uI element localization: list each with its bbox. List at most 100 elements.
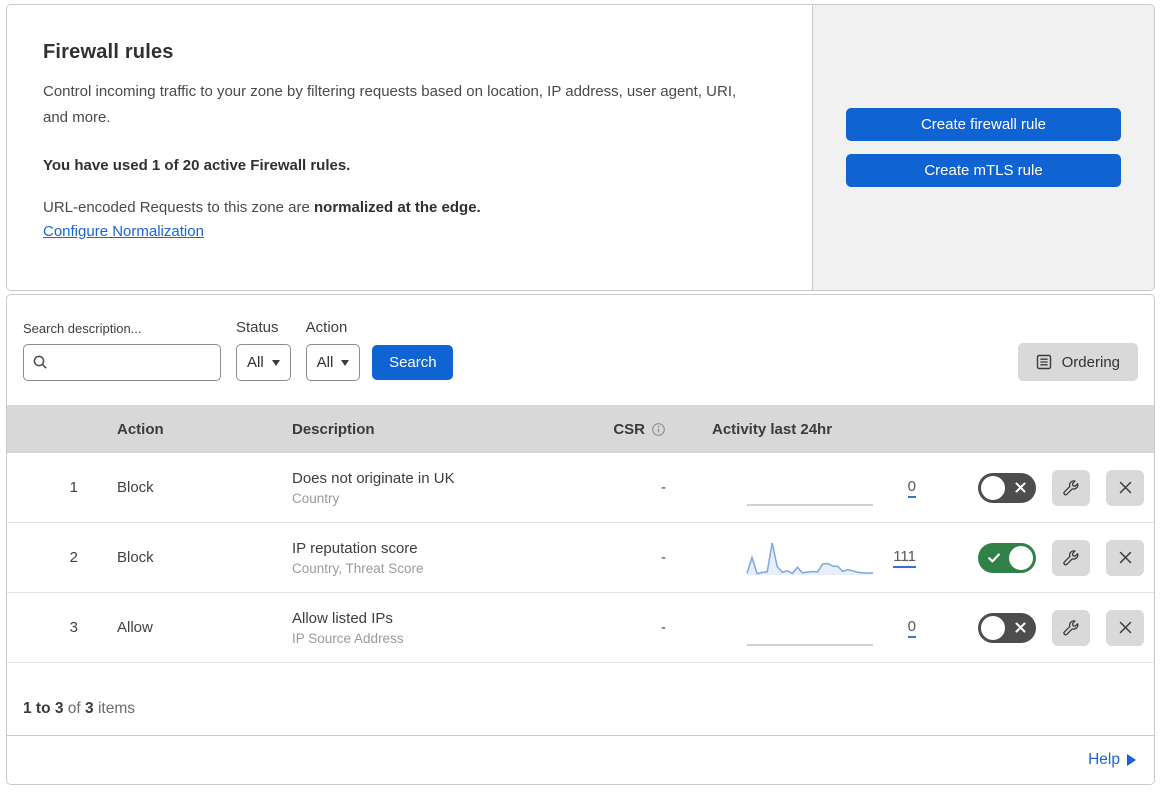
arrow-right-icon (1127, 754, 1136, 766)
status-group: Status All (236, 319, 291, 381)
normalization-note: URL-encoded Requests to this zone are no… (43, 199, 768, 216)
rule-controls (942, 539, 1154, 576)
help-bar: Help (7, 736, 1154, 784)
usage-summary: You have used 1 of 20 active Firewall ru… (43, 156, 351, 174)
create-firewall-rule-button[interactable]: Create firewall rule (846, 108, 1121, 141)
header-csr: CSR (584, 421, 676, 438)
filter-bar: Search description... Status All Action (7, 295, 1154, 405)
activity-count-link[interactable]: 0 (907, 478, 916, 498)
rule-controls (942, 469, 1154, 506)
search-label: Search description... (23, 321, 142, 336)
rule-description: Does not originate in UK (292, 469, 455, 487)
x-icon (1015, 622, 1026, 633)
delete-rule-button[interactable] (1106, 539, 1144, 576)
rule-fields: Country, Threat Score (292, 560, 424, 576)
firewall-rules-page: Firewall rules Control incoming traffic … (6, 4, 1155, 785)
header-content: Firewall rules Control incoming traffic … (7, 5, 813, 290)
rule-enabled-toggle[interactable] (978, 542, 1036, 573)
edit-rule-button[interactable] (1052, 539, 1090, 576)
rule-csr: - (661, 479, 666, 496)
search-button[interactable]: Search (372, 345, 454, 380)
close-icon (1118, 550, 1133, 565)
action-group: Action All (305, 319, 361, 381)
rule-csr: - (661, 619, 666, 636)
csr-label: CSR (613, 420, 645, 438)
help-link[interactable]: Help (1088, 751, 1136, 769)
ordering-button[interactable]: Ordering (1017, 343, 1138, 381)
items-text: items (97, 700, 136, 717)
activity-count-link[interactable]: 111 (893, 548, 916, 568)
rule-description: Allow listed IPs (292, 609, 393, 627)
activity-sparkline (747, 643, 873, 646)
close-icon (1118, 620, 1133, 635)
search-icon (32, 354, 49, 371)
normalization-bold: normalized at the edge. (314, 198, 481, 216)
delete-rule-button[interactable] (1106, 469, 1144, 506)
page-title: Firewall rules (43, 41, 174, 63)
create-mtls-rule-button[interactable]: Create mTLS rule (846, 154, 1121, 187)
rule-csr: - (661, 549, 666, 566)
close-icon (1118, 480, 1133, 495)
rule-controls (942, 609, 1154, 646)
table-row: 1 Block Does not originate in UK Country… (7, 453, 1154, 523)
pagination-summary: 1 to 3 of 3 items (7, 663, 1154, 736)
edit-rule-button[interactable] (1052, 469, 1090, 506)
status-select[interactable]: All (236, 344, 291, 381)
chevron-down-icon (271, 359, 280, 366)
rule-description-cell: Allow listed IPs IP Source Address (264, 610, 584, 646)
toggle-knob (1009, 545, 1033, 570)
rule-action: Block (117, 549, 154, 566)
rule-description-cell: IP reputation score Country, Threat Scor… (264, 540, 584, 576)
rule-activity-cell: 0 (676, 453, 942, 522)
header-activity: Activity last 24hr (712, 420, 833, 438)
configure-normalization-link[interactable]: Configure Normalization (43, 223, 204, 240)
actions-panel: Create firewall rule Create mTLS rule (813, 5, 1154, 290)
header-card: Firewall rules Control incoming traffic … (6, 4, 1155, 291)
header-action: Action (117, 420, 164, 438)
action-select-value: All (316, 354, 334, 371)
table-row: 3 Allow Allow listed IPs IP Source Addre… (7, 593, 1154, 663)
rules-card: Search description... Status All Action (6, 294, 1155, 785)
rule-activity-cell: 111 (676, 523, 942, 592)
action-label: Action (305, 319, 348, 336)
table-header: Action Description CSR Activity last 24h… (7, 405, 1154, 453)
x-icon (1015, 482, 1026, 493)
rule-fields: IP Source Address (292, 630, 404, 646)
rule-priority: 1 (69, 479, 78, 496)
status-label: Status (236, 319, 279, 336)
toggle-knob (981, 615, 1005, 640)
page-description: Control incoming traffic to your zone by… (43, 83, 737, 126)
action-select[interactable]: All (305, 344, 361, 381)
range-text: 1 to 3 (23, 700, 64, 717)
ordering-list-icon (1036, 354, 1052, 370)
search-input[interactable] (55, 354, 212, 371)
table-row: 2 Block IP reputation score Country, Thr… (7, 523, 1154, 593)
activity-count-link[interactable]: 0 (907, 618, 916, 638)
status-select-value: All (247, 354, 264, 371)
ordering-label: Ordering (1061, 353, 1120, 371)
rule-enabled-toggle[interactable] (978, 612, 1036, 643)
activity-sparkline (746, 542, 874, 575)
total-text: 3 (85, 700, 94, 717)
rule-fields: Country (292, 490, 340, 506)
wrench-icon (1062, 479, 1080, 497)
rule-description-cell: Does not originate in UK Country (264, 470, 584, 506)
rule-action: Block (117, 479, 154, 496)
normalization-text: URL-encoded Requests to this zone are (43, 198, 314, 216)
rule-priority: 3 (69, 619, 78, 636)
rule-activity-cell: 0 (676, 593, 942, 662)
header-description: Description (292, 420, 375, 438)
search-box[interactable] (23, 344, 221, 381)
wrench-icon (1062, 619, 1080, 637)
toggle-knob (981, 475, 1005, 500)
search-group: Search description... (23, 321, 221, 381)
rule-enabled-toggle[interactable] (978, 472, 1036, 503)
of-text: of (67, 700, 81, 717)
delete-rule-button[interactable] (1106, 609, 1144, 646)
wrench-icon (1062, 549, 1080, 567)
edit-rule-button[interactable] (1052, 609, 1090, 646)
check-icon (987, 551, 1001, 565)
rule-priority: 2 (69, 549, 78, 566)
info-icon[interactable] (651, 422, 666, 437)
help-label: Help (1088, 751, 1120, 768)
